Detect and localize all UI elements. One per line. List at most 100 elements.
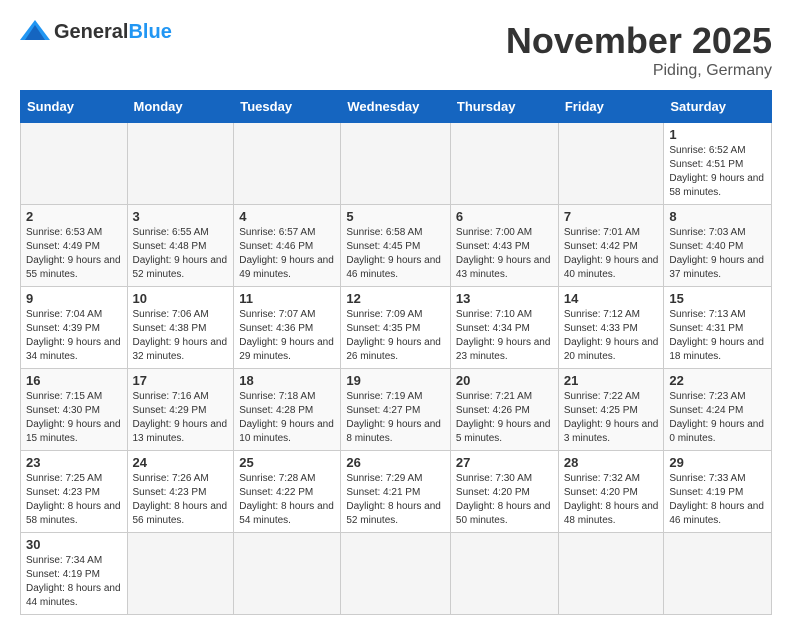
weekday-tuesday: Tuesday	[234, 91, 341, 123]
day-number: 23	[26, 455, 122, 470]
page-header: GeneralBlue November 2025 Piding, German…	[20, 20, 772, 80]
calendar-cell	[127, 123, 234, 205]
week-row-6: 30Sunrise: 7:34 AM Sunset: 4:19 PM Dayli…	[21, 533, 772, 615]
day-info: Sunrise: 7:22 AM Sunset: 4:25 PM Dayligh…	[564, 390, 659, 446]
day-number: 26	[346, 455, 445, 470]
day-number: 14	[564, 291, 659, 306]
day-number: 22	[669, 373, 766, 388]
day-info: Sunrise: 6:55 AM Sunset: 4:48 PM Dayligh…	[133, 226, 229, 282]
month-title: November 2025	[506, 20, 772, 62]
calendar-cell: 23 Sunrise: 7:25 AM Sunset: 4:23 PM Dayli…	[21, 451, 128, 533]
calendar-cell: 5 Sunrise: 6:58 AM Sunset: 4:45 PM Daylig…	[341, 205, 451, 287]
day-number: 13	[456, 291, 553, 306]
calendar-cell: 9 Sunrise: 7:04 AM Sunset: 4:39 PM Daylig…	[21, 287, 128, 369]
day-number: 30	[26, 537, 122, 552]
day-number: 10	[133, 291, 229, 306]
day-info: Sunrise: 7:04 AM Sunset: 4:39 PM Dayligh…	[26, 308, 122, 364]
calendar-cell	[450, 533, 558, 615]
logo-icon	[20, 20, 50, 44]
calendar-cell: 16 Sunrise: 7:15 AM Sunset: 4:30 PM Dayli…	[21, 369, 128, 451]
day-info: Sunrise: 7:07 AM Sunset: 4:36 PM Dayligh…	[239, 308, 335, 364]
calendar-cell: 7 Sunrise: 7:01 AM Sunset: 4:42 PM Daylig…	[558, 205, 664, 287]
calendar-cell	[234, 533, 341, 615]
weekday-wednesday: Wednesday	[341, 91, 451, 123]
day-number: 3	[133, 209, 229, 224]
day-info: Sunrise: 7:26 AM Sunset: 4:23 PM Dayligh…	[133, 472, 229, 528]
calendar-cell: 27 Sunrise: 7:30 AM Sunset: 4:20 PM Dayli…	[450, 451, 558, 533]
day-number: 18	[239, 373, 335, 388]
calendar-cell: 20 Sunrise: 7:21 AM Sunset: 4:26 PM Dayli…	[450, 369, 558, 451]
calendar-cell: 14Sunrise: 7:12 AM Sunset: 4:33 PM Dayli…	[558, 287, 664, 369]
calendar-cell: 29 Sunrise: 7:33 AM Sunset: 4:19 PM Dayli…	[664, 451, 772, 533]
calendar-cell: 8 Sunrise: 7:03 AM Sunset: 4:40 PM Daylig…	[664, 205, 772, 287]
calendar-cell	[21, 123, 128, 205]
day-number: 12	[346, 291, 445, 306]
day-info: Sunrise: 6:52 AM Sunset: 4:51 PM Dayligh…	[669, 144, 766, 200]
title-block: November 2025 Piding, Germany	[506, 20, 772, 80]
calendar-cell	[558, 533, 664, 615]
calendar-cell: 19 Sunrise: 7:19 AM Sunset: 4:27 PM Dayli…	[341, 369, 451, 451]
weekday-saturday: Saturday	[664, 91, 772, 123]
week-row-5: 23 Sunrise: 7:25 AM Sunset: 4:23 PM Dayli…	[21, 451, 772, 533]
day-number: 15	[669, 291, 766, 306]
calendar-cell	[341, 123, 451, 205]
day-info: Sunrise: 6:57 AM Sunset: 4:46 PM Dayligh…	[239, 226, 335, 282]
calendar-cell: 11 Sunrise: 7:07 AM Sunset: 4:36 PM Dayli…	[234, 287, 341, 369]
calendar-cell: 21 Sunrise: 7:22 AM Sunset: 4:25 PM Dayli…	[558, 369, 664, 451]
day-info: Sunrise: 7:00 AM Sunset: 4:43 PM Dayligh…	[456, 226, 553, 282]
day-number: 7	[564, 209, 659, 224]
day-info: Sunrise: 7:13 AM Sunset: 4:31 PM Dayligh…	[669, 308, 766, 364]
day-number: 21	[564, 373, 659, 388]
week-row-1: 1 Sunrise: 6:52 AM Sunset: 4:51 PM Daylig…	[21, 123, 772, 205]
day-info: Sunrise: 7:19 AM Sunset: 4:27 PM Dayligh…	[346, 390, 445, 446]
day-info: Sunrise: 7:06 AM Sunset: 4:38 PM Dayligh…	[133, 308, 229, 364]
day-number: 17	[133, 373, 229, 388]
week-row-3: 9 Sunrise: 7:04 AM Sunset: 4:39 PM Daylig…	[21, 287, 772, 369]
calendar-cell: 17Sunrise: 7:16 AM Sunset: 4:29 PM Dayli…	[127, 369, 234, 451]
calendar-cell	[558, 123, 664, 205]
logo-text: GeneralBlue	[54, 21, 172, 44]
calendar-cell: 12Sunrise: 7:09 AM Sunset: 4:35 PM Dayli…	[341, 287, 451, 369]
day-number: 29	[669, 455, 766, 470]
day-number: 11	[239, 291, 335, 306]
day-info: Sunrise: 7:03 AM Sunset: 4:40 PM Dayligh…	[669, 226, 766, 282]
day-number: 25	[239, 455, 335, 470]
day-number: 1	[669, 127, 766, 142]
calendar-cell	[341, 533, 451, 615]
weekday-thursday: Thursday	[450, 91, 558, 123]
day-number: 5	[346, 209, 445, 224]
day-info: Sunrise: 7:01 AM Sunset: 4:42 PM Dayligh…	[564, 226, 659, 282]
week-row-2: 2Sunrise: 6:53 AM Sunset: 4:49 PM Daylig…	[21, 205, 772, 287]
day-number: 24	[133, 455, 229, 470]
day-info: Sunrise: 7:21 AM Sunset: 4:26 PM Dayligh…	[456, 390, 553, 446]
calendar-cell: 22Sunrise: 7:23 AM Sunset: 4:24 PM Dayli…	[664, 369, 772, 451]
calendar-cell: 1 Sunrise: 6:52 AM Sunset: 4:51 PM Daylig…	[664, 123, 772, 205]
day-number: 19	[346, 373, 445, 388]
day-info: Sunrise: 7:25 AM Sunset: 4:23 PM Dayligh…	[26, 472, 122, 528]
day-info: Sunrise: 7:15 AM Sunset: 4:30 PM Dayligh…	[26, 390, 122, 446]
weekday-friday: Friday	[558, 91, 664, 123]
day-number: 9	[26, 291, 122, 306]
day-number: 27	[456, 455, 553, 470]
location: Piding, Germany	[506, 62, 772, 80]
day-info: Sunrise: 7:28 AM Sunset: 4:22 PM Dayligh…	[239, 472, 335, 528]
day-info: Sunrise: 7:30 AM Sunset: 4:20 PM Dayligh…	[456, 472, 553, 528]
day-number: 6	[456, 209, 553, 224]
week-row-4: 16 Sunrise: 7:15 AM Sunset: 4:30 PM Dayli…	[21, 369, 772, 451]
calendar-cell	[664, 533, 772, 615]
calendar-cell: 13 Sunrise: 7:10 AM Sunset: 4:34 PM Dayli…	[450, 287, 558, 369]
day-number: 28	[564, 455, 659, 470]
day-info: Sunrise: 7:18 AM Sunset: 4:28 PM Dayligh…	[239, 390, 335, 446]
day-info: Sunrise: 7:10 AM Sunset: 4:34 PM Dayligh…	[456, 308, 553, 364]
day-number: 4	[239, 209, 335, 224]
day-info: Sunrise: 7:32 AM Sunset: 4:20 PM Dayligh…	[564, 472, 659, 528]
calendar-cell: 28 Sunrise: 7:32 AM Sunset: 4:20 PM Dayli…	[558, 451, 664, 533]
day-number: 20	[456, 373, 553, 388]
calendar-cell: 30Sunrise: 7:34 AM Sunset: 4:19 PM Dayli…	[21, 533, 128, 615]
day-info: Sunrise: 6:58 AM Sunset: 4:45 PM Dayligh…	[346, 226, 445, 282]
day-number: 16	[26, 373, 122, 388]
day-info: Sunrise: 7:33 AM Sunset: 4:19 PM Dayligh…	[669, 472, 766, 528]
calendar-cell: 15 Sunrise: 7:13 AM Sunset: 4:31 PM Dayli…	[664, 287, 772, 369]
day-number: 8	[669, 209, 766, 224]
calendar-cell: 18 Sunrise: 7:18 AM Sunset: 4:28 PM Dayli…	[234, 369, 341, 451]
